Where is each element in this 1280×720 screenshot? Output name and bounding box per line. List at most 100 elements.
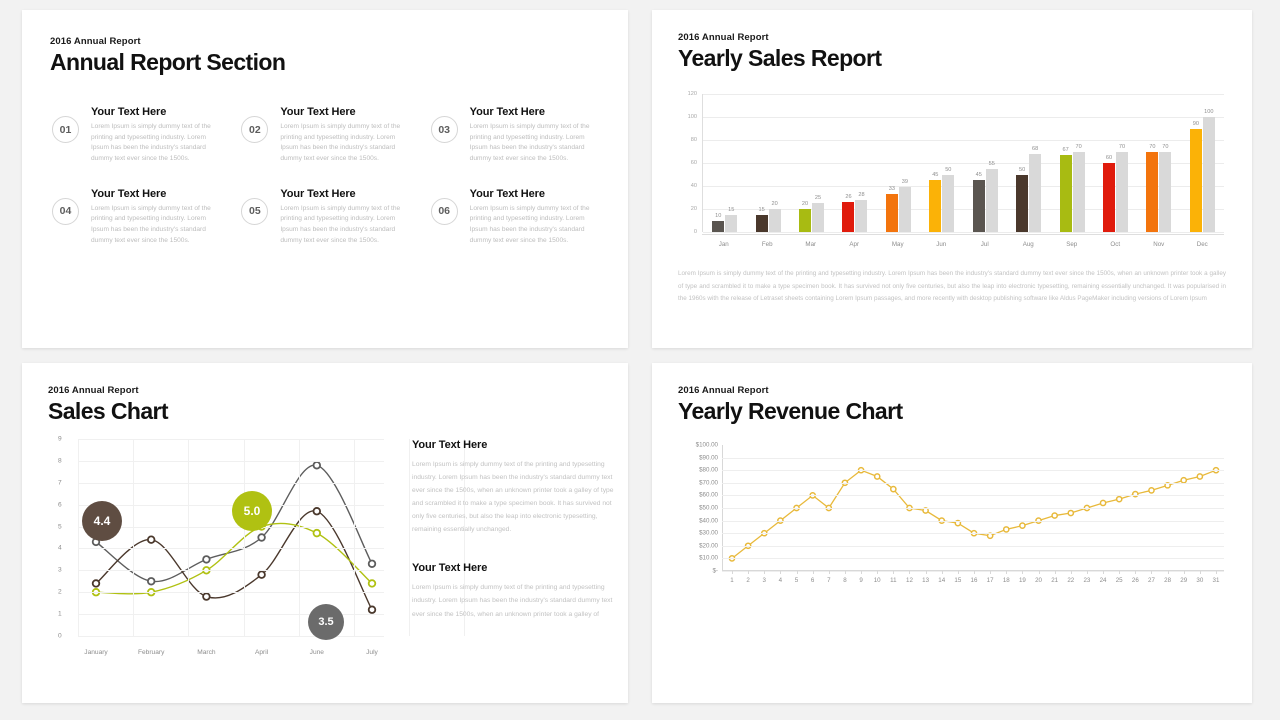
bar[interactable]: 50 [942, 167, 955, 232]
bar-group[interactable]: 45 50 [920, 94, 963, 232]
bar-chart-plot: 10 15 15 20 20 25 26 28 33 39 45 50 45 55 50 68 67 70 60 70… [702, 94, 1224, 233]
line-chart-plot [78, 439, 466, 637]
list-item[interactable]: 03 Your Text Here Lorem Ipsum is simply … [430, 105, 612, 165]
bar[interactable]: 55 [985, 161, 998, 232]
bar-value-label: 90 [1192, 120, 1199, 127]
bar[interactable]: 70 [1072, 144, 1085, 232]
item-number-badge: 03 [430, 116, 458, 143]
bar-group[interactable]: 60 70 [1094, 94, 1137, 232]
bar-value-label: 70 [1162, 143, 1169, 150]
data-point-marker[interactable] [1197, 474, 1202, 479]
data-point-marker[interactable] [314, 530, 321, 537]
bar[interactable]: 70 [1146, 144, 1159, 232]
bar[interactable]: 50 [1016, 167, 1029, 232]
data-point-marker[interactable] [1004, 527, 1009, 532]
data-point-marker[interactable] [369, 606, 376, 613]
data-point-marker[interactable] [314, 508, 321, 515]
bar[interactable]: 39 [898, 179, 911, 232]
item-description: Lorem Ipsum is simply dummy text of the … [280, 204, 401, 244]
y-tick-label: 80 [690, 137, 697, 143]
bar[interactable]: 15 [725, 207, 738, 232]
data-point-marker[interactable] [369, 580, 376, 587]
revenue-header: 2016 Annual Report Yearly Revenue Chart [678, 385, 903, 424]
data-point-marker[interactable] [1149, 488, 1154, 493]
bar[interactable]: 15 [755, 207, 768, 232]
bar[interactable]: 70 [1159, 144, 1172, 232]
data-point-marker[interactable] [1117, 497, 1122, 502]
gridline [722, 470, 1224, 472]
x-tick-label: 5 [794, 577, 799, 584]
bar[interactable]: 68 [1029, 146, 1042, 232]
chart-callout-bubble[interactable]: 5.0 [232, 491, 272, 531]
bar-group[interactable]: 70 70 [1137, 94, 1180, 232]
data-point-marker[interactable] [258, 534, 265, 541]
bar[interactable]: 26 [842, 194, 855, 232]
bar[interactable]: 20 [768, 201, 781, 232]
bar[interactable]: 33 [885, 186, 898, 232]
bar[interactable]: 45 [972, 172, 985, 232]
data-point-marker[interactable] [1052, 513, 1057, 518]
bar-group[interactable]: 33 39 [877, 94, 920, 232]
bar-group[interactable]: 90 100 [1181, 94, 1224, 232]
x-tick-mark [1006, 571, 1008, 574]
list-item[interactable]: 01 Your Text Here Lorem Ipsum is simply … [52, 105, 233, 165]
data-point-marker[interactable] [1068, 510, 1073, 515]
list-item[interactable]: 02 Your Text Here Lorem Ipsum is simply … [241, 105, 422, 165]
x-tick-label: 30 [1196, 577, 1204, 584]
bar-group[interactable]: 20 25 [790, 94, 833, 232]
data-point-marker[interactable] [1020, 523, 1025, 528]
x-tick-label: 2 [746, 577, 750, 584]
bar-group[interactable]: 10 15 [703, 94, 746, 232]
x-tick-label: 4 [778, 577, 783, 584]
y-tick-label: $50.00 [699, 504, 718, 512]
y-tick-label: $20.00 [699, 542, 718, 550]
item-title: Your Text Here [280, 187, 356, 200]
data-point-marker[interactable] [93, 580, 100, 587]
x-tick-mark [1151, 571, 1153, 574]
gridline-vertical [409, 439, 411, 636]
sales-chart-side-text: Your Text Here Lorem Ipsum is simply dum… [412, 439, 620, 647]
data-point-marker[interactable] [875, 474, 880, 479]
gridline [78, 636, 384, 637]
data-point-marker[interactable] [1100, 500, 1105, 505]
data-point-marker[interactable] [203, 556, 210, 563]
bar-chart-bars: 10 15 15 20 20 25 26 28 33 39 45 50 45 55 50 68 67 70 60 70… [703, 94, 1224, 232]
bar[interactable]: 67 [1059, 147, 1072, 232]
side-block-paragraph: Lorem Ipsum is simply dummy text of the … [412, 461, 614, 534]
y-tick-label: $100.00 [695, 441, 718, 449]
bar-group[interactable]: 26 28 [833, 94, 876, 232]
data-point-marker[interactable] [203, 593, 210, 600]
x-tick-label: 11 [890, 577, 897, 584]
gridline-vertical [133, 439, 135, 636]
bar[interactable]: 28 [855, 192, 868, 232]
bar-group[interactable]: 15 20 [746, 94, 789, 232]
x-tick-mark [990, 571, 992, 574]
chart-callout-bubble[interactable]: 3.5 [308, 604, 344, 640]
list-item[interactable]: 06 Your Text Here Lorem Ipsum is simply … [430, 187, 612, 247]
data-point-marker[interactable] [258, 571, 265, 578]
bar-group[interactable]: 50 68 [1007, 94, 1050, 232]
bar[interactable]: 70 [1116, 144, 1128, 232]
bar[interactable]: 20 [799, 201, 812, 232]
bar[interactable]: 45 [929, 172, 942, 232]
bar-group[interactable]: 45 55 [964, 94, 1007, 232]
gridline [78, 504, 384, 506]
data-point-marker[interactable] [891, 487, 896, 492]
data-point-marker[interactable] [148, 536, 155, 543]
chart-callout-bubble[interactable]: 4.4 [82, 501, 122, 541]
list-item[interactable]: 05 Your Text Here Lorem Ipsum is simply … [241, 187, 422, 247]
bar[interactable]: 90 [1189, 121, 1202, 232]
x-tick-label: 17 [986, 577, 994, 584]
data-point-marker[interactable] [148, 578, 155, 585]
bar[interactable]: 100 [1202, 109, 1215, 232]
data-point-marker[interactable] [314, 462, 321, 469]
bar[interactable]: 60 [1103, 155, 1115, 232]
bar[interactable]: 25 [812, 195, 825, 232]
sales-headline: Yearly Sales Report [678, 45, 882, 71]
item-title: Your Text Here [469, 187, 545, 200]
list-item[interactable]: 04 Your Text Here Lorem Ipsum is simply … [52, 187, 233, 247]
bar[interactable]: 10 [712, 213, 725, 232]
x-tick-mark [1216, 571, 1217, 574]
data-point-marker[interactable] [369, 560, 376, 567]
bar-group[interactable]: 67 70 [1050, 94, 1093, 232]
